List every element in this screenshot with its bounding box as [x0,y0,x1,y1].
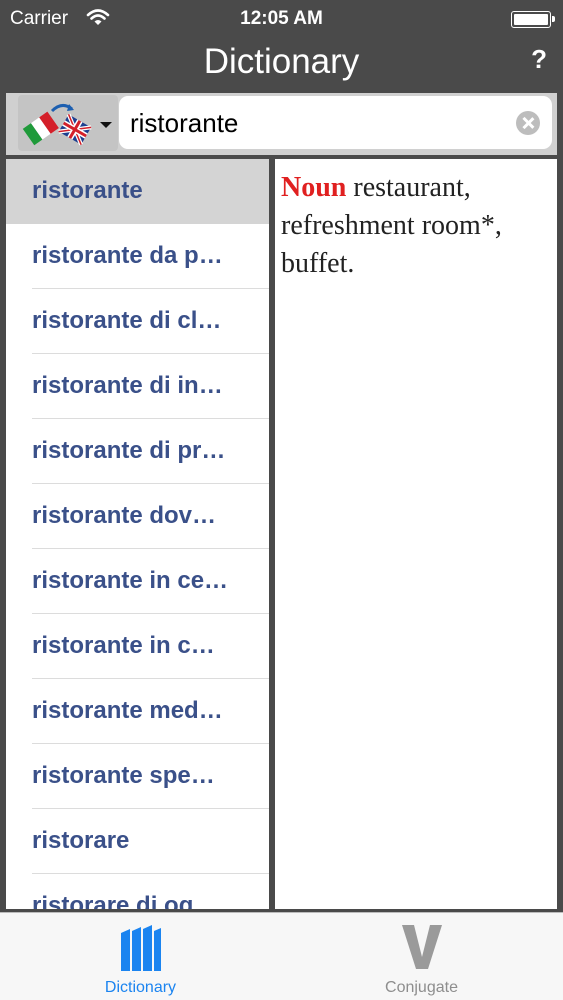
list-item-label: ristorante in ce… [32,567,229,594]
language-direction-button[interactable] [18,95,118,151]
list-item[interactable]: ristorante spe… [6,744,269,809]
list-item-label: ristorare [32,827,130,854]
conjugate-v-icon [401,925,442,969]
navigation-header: Carrier 12:05 AM Dictionary ? [0,0,563,92]
list-item-label: ristorare di og… [32,892,218,909]
list-item-label: ristorante di cl… [32,307,222,334]
page-title: Dictionary [203,42,360,81]
tab-dictionary[interactable]: Dictionary [0,913,281,1000]
battery-icon [511,11,555,28]
italian-flag-icon [22,111,59,146]
tab-bar: Dictionary Conjugate [0,912,563,1000]
list-item-label: ristorante [32,177,143,204]
tab-conjugate-label: Conjugate [385,979,458,996]
chevron-down-icon [100,122,112,128]
list-item-label: ristorante da p… [32,242,223,269]
list-item-label: ristorante dov… [32,502,217,529]
clock: 12:05 AM [240,8,323,29]
books-icon [120,925,161,971]
part-of-speech: Noun [281,172,347,203]
list-item-label: ristorante di in… [32,372,223,399]
list-item[interactable]: ristorante in ce… [6,549,269,614]
list-item[interactable]: ristorante di pr… [6,419,269,484]
list-item-label: ristorante in c… [32,632,215,659]
list-item[interactable]: ristorante in c… [6,614,269,679]
status-bar: Carrier 12:05 AM [0,0,563,40]
list-item-label: ristorante med… [32,697,223,724]
list-item-label: ristorante di pr… [32,437,226,464]
list-item-label: ristorante spe… [32,762,215,789]
word-list[interactable]: ristorante ristorante da p… ristorante d… [6,159,269,909]
list-item[interactable]: ristorante med… [6,679,269,744]
language-flags-icon [22,104,112,146]
clear-icon[interactable] [516,111,540,135]
list-item[interactable]: ristorante di cl… [6,289,269,354]
definition-panel: Noun restaurant, refreshment room*, buff… [275,159,557,909]
list-item[interactable]: ristorante dov… [6,484,269,549]
list-item[interactable]: ristorante da p… [6,224,269,289]
list-item[interactable]: ristorare [6,809,269,874]
help-button[interactable]: ? [531,44,547,75]
list-item[interactable]: ristorare di og… [6,874,269,909]
tab-conjugate[interactable]: Conjugate [281,913,562,1000]
list-item[interactable]: ristorante [6,159,269,224]
tab-dictionary-label: Dictionary [104,979,177,996]
search-query: ristorante [130,108,239,138]
search-input[interactable]: ristorante [119,96,552,149]
search-bar: ristorante [6,93,557,155]
uk-flag-icon [58,113,92,146]
list-item[interactable]: ristorante di in… [6,354,269,419]
battery-level [514,14,548,25]
